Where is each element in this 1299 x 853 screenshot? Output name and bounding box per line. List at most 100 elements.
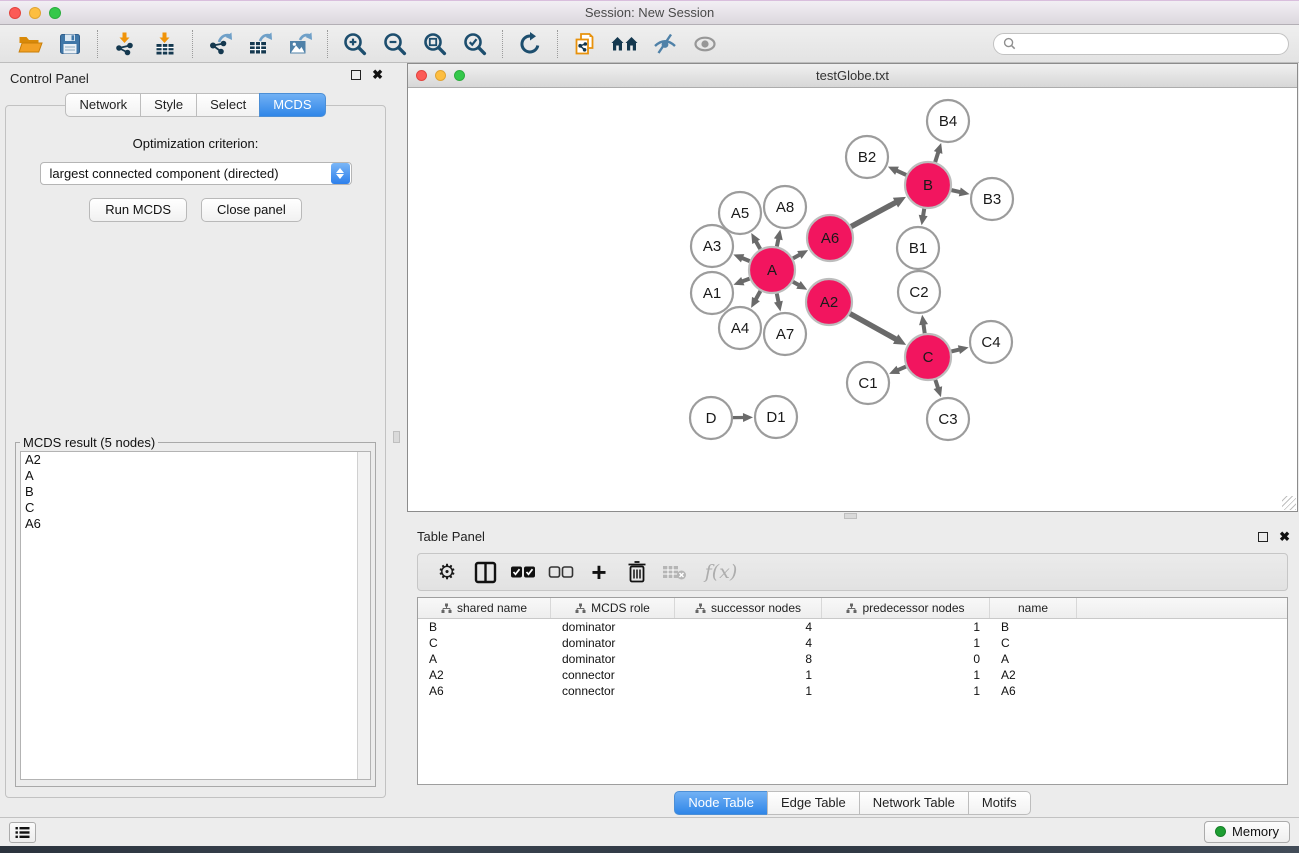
node-D[interactable]: D (690, 397, 732, 439)
edge-B-B2[interactable] (888, 167, 906, 175)
node-B[interactable]: B (905, 162, 951, 208)
function-builder-button[interactable]: f(x) (694, 556, 748, 588)
edge-C-C3[interactable] (934, 380, 943, 397)
delete-column-button[interactable] (618, 556, 656, 588)
close-panel-icon[interactable]: ✖ (372, 70, 383, 80)
edge-D-D1[interactable] (733, 413, 753, 422)
delete-table-button[interactable] (656, 556, 694, 588)
tab-network-table[interactable]: Network Table (859, 791, 969, 815)
memory-button[interactable]: Memory (1204, 821, 1290, 843)
mcds-result-item[interactable]: A2 (21, 452, 370, 468)
table-settings-button[interactable]: ⚙ (428, 556, 466, 588)
refresh-button[interactable] (510, 28, 550, 60)
node-B1[interactable]: B1 (897, 227, 939, 269)
table-row[interactable]: Bdominator41B (418, 619, 1287, 635)
node-A2[interactable]: A2 (806, 279, 852, 325)
node-A8[interactable]: A8 (764, 186, 806, 228)
edge-A6-B[interactable] (851, 197, 906, 227)
node-A1[interactable]: A1 (691, 272, 733, 314)
node-A3[interactable]: A3 (691, 225, 733, 267)
panel-divider-vertical[interactable] (391, 63, 403, 817)
node-B4[interactable]: B4 (927, 100, 969, 142)
column-header-successor-nodes[interactable]: successor nodes (675, 598, 822, 618)
edge-A-A5[interactable] (751, 233, 760, 249)
close-panel-button[interactable]: Close panel (201, 198, 302, 222)
table-row[interactable]: A2connector11A2 (418, 667, 1287, 683)
column-view-button[interactable] (466, 556, 504, 588)
tab-select[interactable]: Select (196, 93, 260, 117)
network-graph[interactable]: B4B2BB3A8A5A6A3B1AC2A1A2A4A7C4CC1C3DD1 (408, 88, 1297, 511)
tab-node-table[interactable]: Node Table (674, 791, 768, 815)
show-panels-button[interactable] (9, 822, 36, 843)
tab-edge-table[interactable]: Edge Table (767, 791, 860, 815)
edge-A-A1[interactable] (733, 277, 749, 285)
node-C2[interactable]: C2 (898, 271, 940, 313)
panel-divider-horizontal[interactable] (407, 512, 1298, 520)
edge-C-C4[interactable] (951, 345, 968, 354)
column-header-MCDS-role[interactable]: MCDS role (551, 598, 675, 618)
mcds-result-item[interactable]: A6 (21, 516, 370, 532)
zoom-out-button[interactable] (375, 28, 415, 60)
float-panel-icon[interactable] (351, 70, 361, 80)
export-network-button[interactable] (200, 28, 240, 60)
search-input[interactable] (1021, 36, 1279, 51)
edge-A-A3[interactable] (733, 254, 749, 262)
import-table-button[interactable] (145, 28, 185, 60)
open-file-button[interactable] (10, 28, 50, 60)
float-panel-icon[interactable] (1258, 532, 1268, 542)
edge-B-B4[interactable] (934, 143, 943, 162)
node-A[interactable]: A (749, 247, 795, 293)
save-session-button[interactable] (50, 28, 90, 60)
node-B3[interactable]: B3 (971, 178, 1013, 220)
mcds-result-item[interactable]: B (21, 484, 370, 500)
node-C1[interactable]: C1 (847, 362, 889, 404)
new-network-from-selection-button[interactable] (565, 28, 605, 60)
window-resize-grip-icon[interactable] (1282, 496, 1296, 510)
close-panel-icon[interactable]: ✖ (1279, 532, 1290, 542)
table-row[interactable]: Adominator80A (418, 651, 1287, 667)
edge-B-B3[interactable] (951, 188, 969, 197)
node-C3[interactable]: C3 (927, 398, 969, 440)
column-header-name[interactable]: name (990, 598, 1077, 618)
edge-A-A2[interactable] (793, 281, 807, 290)
table-row[interactable]: A6connector11A6 (418, 683, 1287, 699)
hide-selected-button[interactable] (645, 28, 685, 60)
mcds-list-scrollbar[interactable] (357, 452, 370, 779)
import-network-button[interactable] (105, 28, 145, 60)
run-mcds-button[interactable]: Run MCDS (89, 198, 187, 222)
show-all-button[interactable] (685, 28, 725, 60)
add-column-button[interactable]: + (580, 556, 618, 588)
node-D1[interactable]: D1 (755, 396, 797, 438)
edge-C-C1[interactable] (889, 366, 906, 374)
tab-motifs[interactable]: Motifs (968, 791, 1031, 815)
edge-A-A4[interactable] (751, 291, 760, 308)
select-all-columns-button[interactable] (504, 556, 542, 588)
mcds-result-item[interactable]: A (21, 468, 370, 484)
search-box[interactable] (993, 33, 1289, 55)
column-header-shared-name[interactable]: shared name (418, 598, 551, 618)
edge-C-C2[interactable] (919, 315, 928, 333)
zoom-selected-button[interactable] (455, 28, 495, 60)
edge-A-A6[interactable] (793, 250, 808, 259)
export-table-button[interactable] (240, 28, 280, 60)
tab-network[interactable]: Network (65, 93, 141, 117)
edge-A-A8[interactable] (774, 230, 783, 247)
deselect-all-columns-button[interactable] (542, 556, 580, 588)
tab-style[interactable]: Style (140, 93, 197, 117)
node-A6[interactable]: A6 (807, 215, 853, 261)
optimization-criterion-select[interactable]: largest connected component (directed) (40, 162, 352, 185)
edge-A2-C[interactable] (850, 314, 906, 345)
node-C[interactable]: C (905, 334, 951, 380)
divider-grip-icon[interactable] (393, 431, 400, 443)
node-B2[interactable]: B2 (846, 136, 888, 178)
edge-A-A7[interactable] (774, 294, 783, 312)
mcds-result-item[interactable]: C (21, 500, 370, 516)
zoom-fit-button[interactable] (415, 28, 455, 60)
node-A7[interactable]: A7 (764, 313, 806, 355)
node-C4[interactable]: C4 (970, 321, 1012, 363)
network-home-button[interactable] (605, 28, 645, 60)
tab-mcds[interactable]: MCDS (259, 93, 325, 117)
column-header-predecessor-nodes[interactable]: predecessor nodes (822, 598, 990, 618)
node-A4[interactable]: A4 (719, 307, 761, 349)
network-canvas[interactable]: B4B2BB3A8A5A6A3B1AC2A1A2A4A7C4CC1C3DD1 (408, 88, 1297, 511)
